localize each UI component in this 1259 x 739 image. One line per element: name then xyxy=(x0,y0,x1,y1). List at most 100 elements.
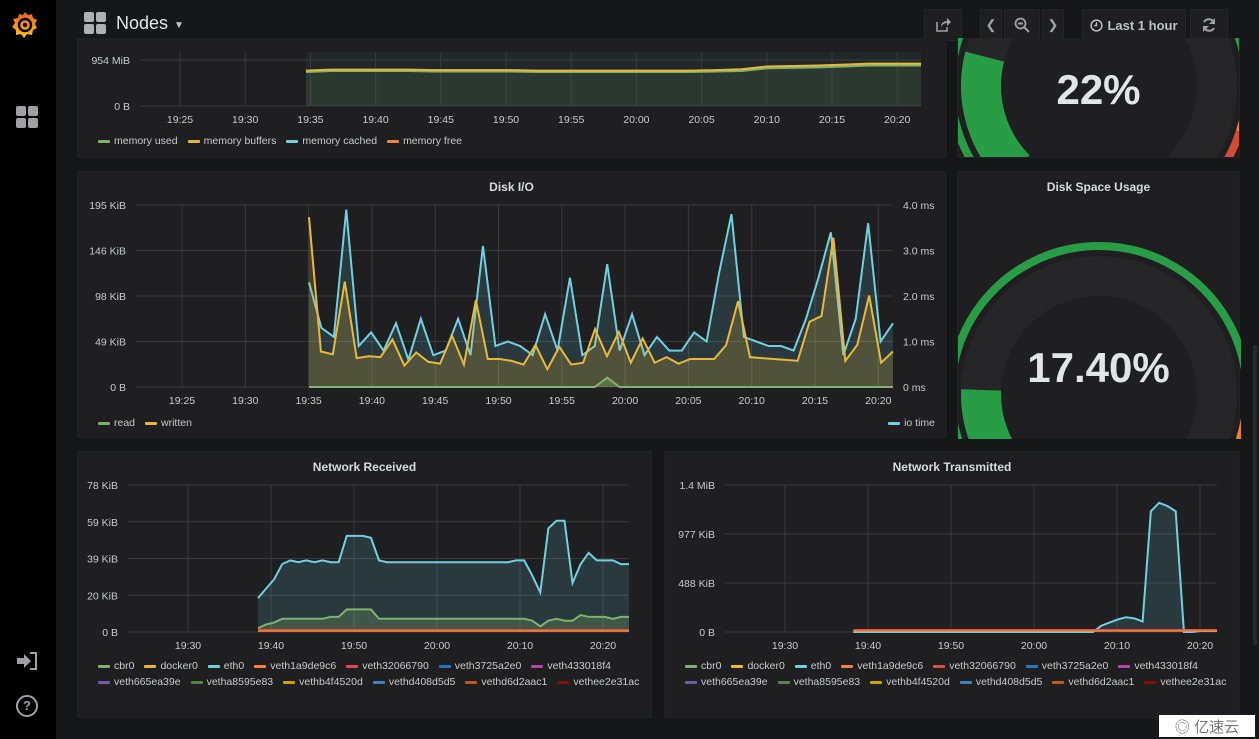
zoom-out-icon xyxy=(1014,17,1030,33)
legend-label: vethb4f4520d xyxy=(886,676,950,688)
legend-item[interactable]: vethd408d5d5 xyxy=(372,676,455,688)
x-tick-label: 20:15 xyxy=(802,395,828,407)
legend-item[interactable]: vethee2e31ac xyxy=(1144,676,1226,688)
legend-swatch xyxy=(254,664,267,668)
legend-item[interactable]: cbr0 xyxy=(685,660,721,672)
x-tick-label: 19:45 xyxy=(428,114,454,126)
x-tick-label: 19:35 xyxy=(295,395,321,407)
share-button[interactable] xyxy=(924,9,962,41)
legend-swatch xyxy=(283,680,296,684)
disk-io-graph: 195 KiB 4.0 ms 146 KiB 3.0 ms 98 KiB 2.0 ms 49… xyxy=(89,200,935,407)
dashboard-picker[interactable]: Nodes ▼ xyxy=(84,12,184,34)
legend-item[interactable]: veth3725a2e0 xyxy=(438,660,522,672)
x-tick-label: 19:50 xyxy=(485,395,511,407)
legend-label: vethd408d5d5 xyxy=(975,676,1043,688)
y-tick-label: 488 KiB xyxy=(678,578,715,590)
legend-label: veth3725a2e0 xyxy=(454,660,522,672)
y-tick-label-right: 0 ms xyxy=(903,382,926,394)
sign-in-icon[interactable] xyxy=(16,651,38,671)
x-tick-label: 19:30 xyxy=(772,640,798,652)
legend-item[interactable]: vethd6d2aac1 xyxy=(465,676,547,688)
legend-item[interactable]: veth665ea39e xyxy=(685,676,768,688)
legend-swatch xyxy=(387,139,400,143)
y-tick-label-left: 146 KiB xyxy=(89,246,126,258)
legend-item[interactable]: eth0 xyxy=(794,660,832,672)
legend-item[interactable]: memory free xyxy=(387,135,462,147)
share-icon xyxy=(936,18,951,32)
disk-space-panel: Disk Space Usage 17.40% xyxy=(957,171,1241,439)
scrollbar[interactable] xyxy=(1253,345,1257,645)
zoom-out-button[interactable] xyxy=(1004,9,1040,41)
time-picker-button[interactable]: Last 1 hour xyxy=(1082,9,1186,41)
legend-swatch xyxy=(794,664,807,668)
legend-item[interactable]: vethb4f4520d xyxy=(283,676,363,688)
sidebar: ? xyxy=(0,0,56,739)
legend-label: veth32066790 xyxy=(362,660,429,672)
legend-swatch xyxy=(888,421,901,425)
legend-swatch xyxy=(465,680,478,684)
x-tick-label: 19:55 xyxy=(549,395,575,407)
legend-label: cbr0 xyxy=(701,660,722,672)
grafana-logo[interactable] xyxy=(10,10,40,40)
legend-label: docker0 xyxy=(747,660,785,672)
legend-label: veth1a9de9c6 xyxy=(270,660,337,672)
legend-item[interactable]: memory cached xyxy=(286,135,377,147)
legend-item[interactable]: veth1a9de9c6 xyxy=(254,660,336,672)
x-tick-label: 20:20 xyxy=(1187,640,1213,652)
x-tick-label: 20:10 xyxy=(507,640,533,652)
legend-swatch xyxy=(1025,664,1038,668)
time-forward-button[interactable]: ❯ xyxy=(1042,9,1064,41)
legend-item[interactable]: veth433018f4 xyxy=(1118,660,1198,672)
memory-panel: 954 MiB 0 B 19:25 19:30 19:35 19:40 19:45 19:50… xyxy=(77,38,946,158)
legend-item[interactable]: vethd408d5d5 xyxy=(959,676,1043,688)
legend-swatch xyxy=(98,421,110,425)
legend-item[interactable]: memory buffers xyxy=(187,135,276,147)
x-tick-label: 19:50 xyxy=(341,640,367,652)
disk-io-panel: Disk I/O 195 KiB 4.0 ms 146 KiB 3.0 ms 98 Ki… xyxy=(77,171,946,438)
legend-swatch xyxy=(1144,680,1157,684)
legend-item[interactable]: eth0 xyxy=(207,660,244,672)
legend-item[interactable]: vetha8595e83 xyxy=(777,676,860,688)
dashboards-icon[interactable] xyxy=(16,106,38,128)
y-tick-label: 0 B xyxy=(102,627,118,639)
legend-label: eth0 xyxy=(810,660,832,672)
y-tick-label-right: 3.0 ms xyxy=(903,246,935,258)
legend-label: written xyxy=(161,417,192,429)
time-back-button[interactable]: ❮ xyxy=(980,9,1002,41)
legend-item[interactable]: vethb4f4520d xyxy=(870,676,950,688)
legend-item[interactable]: vethee2e31ac xyxy=(557,676,639,688)
legend-item[interactable]: written xyxy=(145,417,192,429)
refresh-button[interactable] xyxy=(1190,9,1228,41)
disk-io-legend: read written xyxy=(98,417,192,429)
legend-swatch xyxy=(1052,680,1065,684)
legend-label: vethd6d2aac1 xyxy=(1068,676,1135,688)
legend-label: veth3725a2e0 xyxy=(1041,660,1109,672)
legend-swatch xyxy=(346,664,359,668)
legend-swatch xyxy=(933,664,946,668)
legend-item[interactable]: docker0 xyxy=(144,660,198,672)
legend-label: io time xyxy=(904,417,935,429)
legend-item[interactable]: vetha8595e83 xyxy=(190,676,273,688)
legend-item[interactable]: docker0 xyxy=(731,660,785,672)
legend-item[interactable]: io time xyxy=(888,417,935,429)
legend-item[interactable]: veth32066790 xyxy=(346,660,429,672)
y-tick-label: 977 KiB xyxy=(678,529,715,541)
legend-swatch xyxy=(870,680,883,684)
x-tick-label: 20:10 xyxy=(754,114,780,126)
legend-item[interactable]: veth665ea39e xyxy=(98,676,181,688)
legend-item[interactable]: vethd6d2aac1 xyxy=(1052,676,1134,688)
threshold-orange xyxy=(1235,417,1241,439)
disk-space-value: 17.40% xyxy=(1027,344,1170,391)
legend-item[interactable]: veth1a9de9c6 xyxy=(841,660,923,672)
network-transmitted-graph: 1.4 MiB 977 KiB 488 KiB 0 B 19:30 19:40 19:50 2… xyxy=(678,480,1217,652)
x-tick-label: 20:20 xyxy=(865,395,891,407)
refresh-icon xyxy=(1203,18,1215,32)
legend-item[interactable]: veth3725a2e0 xyxy=(1025,660,1109,672)
legend-item[interactable]: memory used xyxy=(98,135,178,147)
legend-item[interactable]: veth433018f4 xyxy=(531,660,611,672)
help-icon[interactable]: ? xyxy=(16,695,38,717)
legend-item[interactable]: veth32066790 xyxy=(933,660,1016,672)
legend-item[interactable]: cbr0 xyxy=(98,660,134,672)
legend-item[interactable]: read xyxy=(98,417,135,429)
x-tick-label: 19:30 xyxy=(232,395,258,407)
